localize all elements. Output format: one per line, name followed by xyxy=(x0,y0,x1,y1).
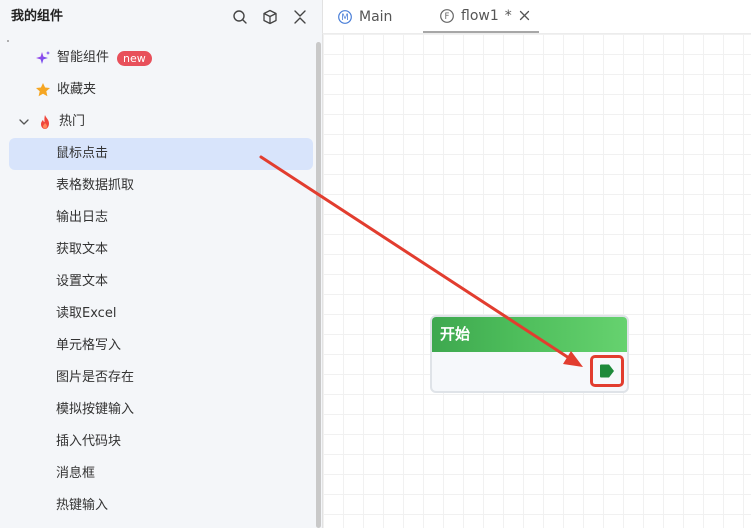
sidebar-toolbar xyxy=(230,7,310,27)
sidebar-dot xyxy=(7,40,9,42)
list-item-label: 读取Excel xyxy=(56,306,117,321)
list-item[interactable]: 获取文本 xyxy=(9,234,313,266)
list-item-label: 表格数据抓取 xyxy=(56,178,135,193)
tab-main[interactable]: M Main xyxy=(337,0,392,33)
list-item-label: 获取文本 xyxy=(56,242,109,257)
tab-flow1[interactable]: F flow1 * xyxy=(423,0,539,33)
list-item[interactable]: 模拟按键输入 xyxy=(9,394,313,426)
svg-text:F: F xyxy=(445,12,450,22)
list-item-label: 热门 xyxy=(59,114,86,129)
list-item-label: 收藏夹 xyxy=(57,82,97,97)
list-item-popular[interactable]: 热门 xyxy=(9,106,313,138)
component-sidebar: 我的组件 智能组件 new 收藏夹 热门 鼠标点击 表格数据抓取 输出日志 获取… xyxy=(0,0,322,528)
sidebar-header: 我的组件 xyxy=(0,0,322,34)
flow-canvas[interactable]: 开始 xyxy=(322,34,751,528)
svg-text:M: M xyxy=(341,13,348,23)
flow-file-icon: F xyxy=(439,8,455,24)
list-item-favorites[interactable]: 收藏夹 xyxy=(9,74,313,106)
editor-tabbar: M Main F flow1 * xyxy=(322,0,751,34)
main-flow-icon: M xyxy=(337,9,353,25)
list-item-mouse-click[interactable]: 鼠标点击 xyxy=(9,138,313,170)
list-item-label: 输出日志 xyxy=(56,210,109,225)
cube-icon[interactable] xyxy=(260,7,280,27)
modified-indicator: * xyxy=(504,7,512,24)
list-item-label: 智能组件 xyxy=(57,50,110,65)
output-port-icon xyxy=(600,364,614,378)
list-item-label: 设置文本 xyxy=(56,274,109,289)
output-port[interactable] xyxy=(590,355,624,387)
sidebar-title: 我的组件 xyxy=(11,9,64,24)
list-item-label: 消息框 xyxy=(56,466,96,481)
start-node-title: 开始 xyxy=(440,325,471,343)
list-item[interactable]: 消息框 xyxy=(9,458,313,490)
collapse-icon[interactable] xyxy=(290,7,310,27)
list-item-label: 插入代码块 xyxy=(56,434,122,449)
list-item-label: 模拟按键输入 xyxy=(56,402,135,417)
list-item[interactable]: 单元格写入 xyxy=(9,330,313,362)
list-item[interactable]: 插入代码块 xyxy=(9,426,313,458)
start-node[interactable]: 开始 xyxy=(430,315,629,393)
list-item[interactable]: 设置文本 xyxy=(9,266,313,298)
sidebar-scrollbar[interactable] xyxy=(316,42,321,528)
list-item[interactable]: 图片是否存在 xyxy=(9,362,313,394)
list-item[interactable]: 输出日志 xyxy=(9,202,313,234)
tab-label: Main xyxy=(359,8,393,25)
new-badge: new xyxy=(117,50,152,66)
search-icon[interactable] xyxy=(230,7,250,27)
star-icon xyxy=(35,82,51,98)
list-item-label: 热键输入 xyxy=(56,498,109,513)
list-item-label: 鼠标点击 xyxy=(56,146,109,161)
sparkle-icon xyxy=(35,50,51,66)
close-icon[interactable] xyxy=(518,9,532,23)
tab-label: flow1 xyxy=(461,7,499,24)
list-item[interactable]: 热键输入 xyxy=(9,490,313,522)
start-node-header: 开始 xyxy=(432,317,627,352)
chevron-down-icon[interactable] xyxy=(17,115,31,129)
fire-icon xyxy=(37,114,53,130)
list-item-label: 图片是否存在 xyxy=(56,370,135,385)
list-item[interactable]: 读取Excel xyxy=(9,298,313,330)
list-item-label: 单元格写入 xyxy=(56,338,122,353)
list-item[interactable]: 表格数据抓取 xyxy=(9,170,313,202)
list-item-smart-components[interactable]: 智能组件 new xyxy=(9,42,313,74)
